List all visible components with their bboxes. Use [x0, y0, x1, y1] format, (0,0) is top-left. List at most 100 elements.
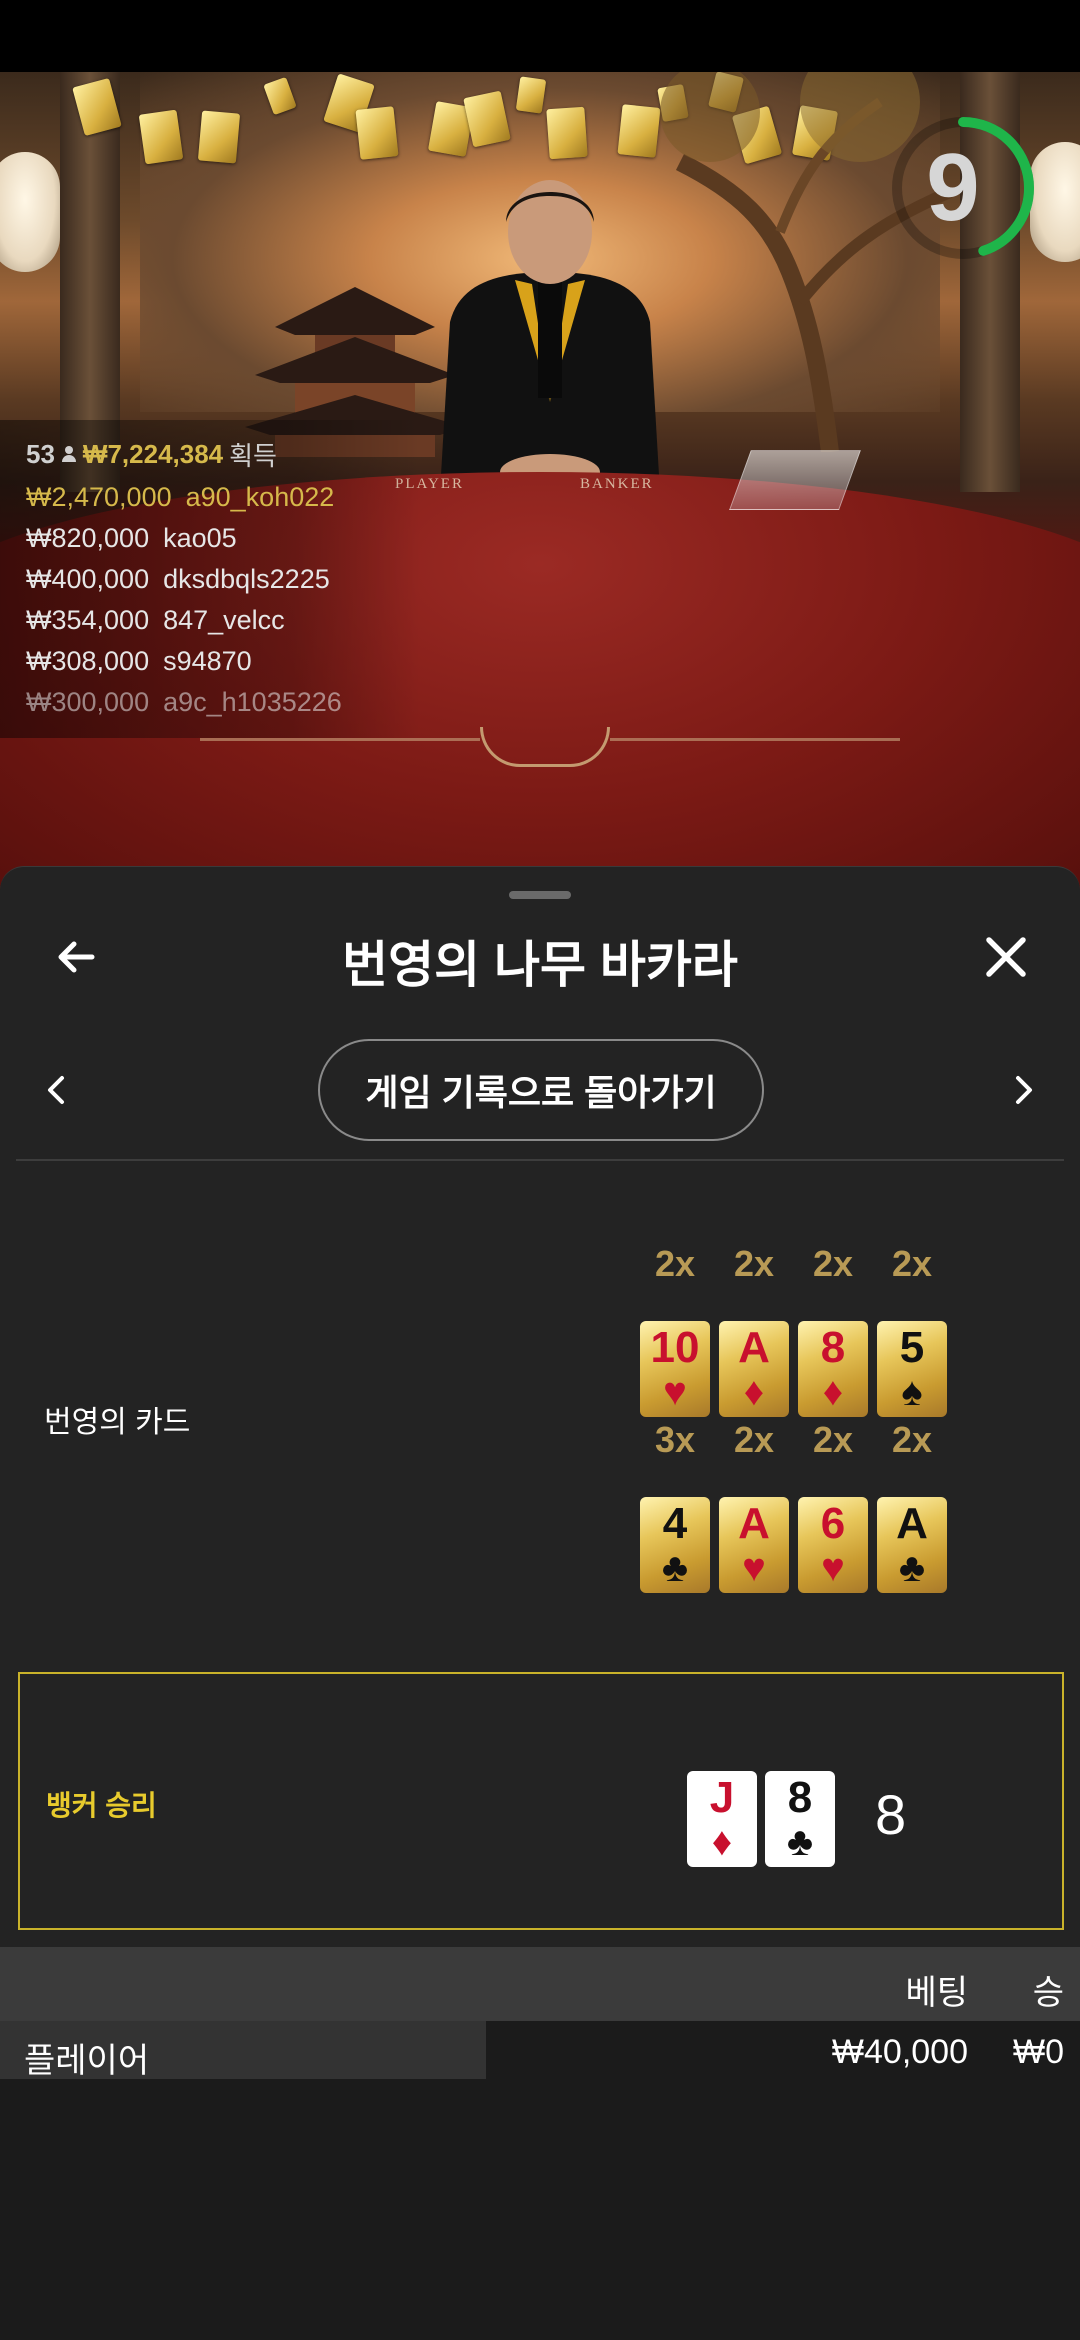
card-multiplier: 2x: [891, 1419, 933, 1460]
card-suit: ♥: [663, 1370, 687, 1414]
winner-row: ₩354,000 847_velcc: [26, 605, 285, 636]
card-multiplier: 2x: [654, 1243, 696, 1284]
card-rank: 10: [650, 1323, 700, 1372]
card-suit: ♠: [901, 1370, 923, 1414]
winner-row: ₩2,470,000 a90_koh022: [26, 482, 334, 513]
table-label-banker: BANKER: [580, 476, 654, 492]
winner-name: a9c_h1035226: [163, 687, 342, 717]
card-rank: A: [738, 1499, 770, 1548]
card-suit: ♣: [898, 1546, 926, 1590]
result-score: 8: [875, 1783, 907, 1846]
result-card: J ♦: [687, 1771, 757, 1867]
card-rank: 8: [820, 1323, 846, 1372]
winner-row: ₩400,000 dksdbqls2225: [26, 564, 330, 595]
winners-total: ₩7,224,384: [82, 439, 224, 469]
bet-label: 플레이어: [24, 2042, 150, 2080]
winner-name: 847_velcc: [163, 605, 285, 635]
table-header: 베팅 승: [0, 1947, 1080, 2021]
card-rank: 8: [787, 1773, 813, 1822]
bonus-card: 4 ♣: [640, 1497, 710, 1593]
back-to-history-button[interactable]: 게임 기록으로 돌아가기: [318, 1039, 764, 1141]
card-suit: ♦: [743, 1370, 765, 1414]
card-rank: A: [738, 1323, 770, 1372]
column-header-win: 승: [1032, 1974, 1064, 2012]
divider: [16, 1159, 1064, 1161]
winner-name: a90_koh022: [185, 482, 335, 512]
decor-gold-card: [546, 106, 588, 160]
person-icon: [61, 445, 77, 464]
card-shoe: [729, 450, 861, 510]
bonus-cards-label: 번영의 카드: [44, 1406, 191, 1439]
card-suit: ♥: [742, 1546, 766, 1590]
chevron-right-icon: [1016, 1076, 1032, 1104]
card-rank: A: [896, 1499, 928, 1548]
round-navigation: 게임 기록으로 돌아가기: [0, 1039, 1080, 1149]
card-multiplier: 2x: [891, 1243, 933, 1284]
bet-amount: ₩40,000: [831, 2033, 968, 2071]
card-rank: 5: [899, 1323, 925, 1372]
bonus-card: 10 ♥: [640, 1321, 710, 1417]
card-suit: ♦: [711, 1820, 733, 1864]
countdown-number: 9: [926, 134, 980, 241]
win-amount: ₩0: [1013, 2033, 1064, 2071]
decor-gold-card: [515, 76, 547, 114]
next-round-button[interactable]: [984, 1050, 1064, 1130]
winner-row: ₩820,000 kao05: [26, 523, 237, 554]
result-label: 뱅커 승리: [46, 1790, 157, 1821]
card-rank: 6: [820, 1499, 846, 1548]
dealer: [440, 180, 660, 492]
row-value-cell: [486, 2021, 1080, 2083]
card-suit: ♥: [821, 1546, 845, 1590]
winner-amount: ₩400,000: [26, 564, 150, 594]
bonus-card: A ♣: [877, 1497, 947, 1593]
card-rank: J: [709, 1773, 735, 1822]
card-multiplier: 2x: [812, 1419, 854, 1460]
card-suit: ♣: [786, 1820, 814, 1864]
card-multiplier: 3x: [654, 1419, 696, 1460]
winner-name: kao05: [163, 523, 237, 553]
chevron-left-icon: [48, 1076, 64, 1104]
winner-row: ₩308,000 s94870: [26, 646, 252, 677]
winners-count: 53: [26, 439, 55, 469]
game-history-sheet: 번영의 나무 바카라 게임 기록으로 돌아가기 번영의 카드 2x 10 ♥ 2x A ♦…: [0, 866, 1080, 2340]
bonus-card: 6 ♥: [798, 1497, 868, 1593]
sheet-drag-handle[interactable]: [509, 891, 571, 899]
back-button[interactable]: [36, 917, 116, 997]
card-suit: ♣: [661, 1546, 689, 1590]
decor-gold-card: [355, 106, 399, 160]
decor-gold-card: [197, 110, 241, 164]
bonus-card: 5 ♠: [877, 1321, 947, 1417]
card-suit: ♦: [822, 1370, 844, 1414]
bet-row: 플레이어 ₩40,000 ₩0: [0, 2021, 1080, 2083]
lantern-left: [0, 152, 60, 272]
round-result: 뱅커 승리 J ♦ 8 ♣ 8: [18, 1672, 1064, 1930]
bonus-card: A ♥: [719, 1497, 789, 1593]
bonus-card: A ♦: [719, 1321, 789, 1417]
decor-gold-card: [138, 109, 184, 165]
winner-row: ₩300,000 a9c_h1035226: [26, 687, 342, 718]
sheet-empty-area: [0, 2079, 1080, 2340]
card-rank: 4: [662, 1499, 688, 1548]
card-multiplier: 2x: [733, 1419, 775, 1460]
winner-name: s94870: [163, 646, 252, 676]
winner-amount: ₩308,000: [26, 646, 150, 676]
previous-round-button[interactable]: [16, 1050, 96, 1130]
close-button[interactable]: [966, 917, 1046, 997]
winner-amount: ₩2,470,000: [26, 482, 172, 512]
result-card: 8 ♣: [765, 1771, 835, 1867]
close-icon: [986, 937, 1026, 977]
winner-amount: ₩354,000: [26, 605, 150, 635]
winner-amount: ₩300,000: [26, 687, 150, 717]
column-header-bet: 베팅: [905, 1974, 968, 2012]
bonus-card: 8 ♦: [798, 1321, 868, 1417]
winners-header: 53 ₩7,224,384 획득: [26, 436, 277, 473]
table-emblem: [480, 727, 610, 767]
winner-name: dksdbqls2225: [163, 564, 330, 594]
card-multiplier: 2x: [812, 1243, 854, 1284]
winner-amount: ₩820,000: [26, 523, 150, 553]
winners-label: 획득: [229, 441, 277, 471]
arrow-left-icon: [58, 941, 95, 973]
card-multiplier: 2x: [733, 1243, 775, 1284]
sheet-title: 번영의 나무 바카라: [342, 937, 738, 993]
table-rail-line: [200, 738, 480, 741]
